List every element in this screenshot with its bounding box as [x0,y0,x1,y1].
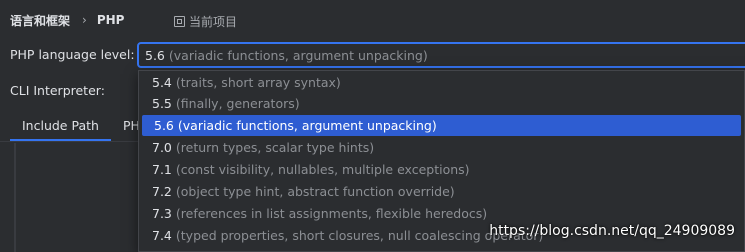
option-version: 5.4 [152,75,172,90]
breadcrumb-parent[interactable]: 语言和框架 [10,12,70,29]
include-path-panel-edge [14,143,16,252]
option-version: 7.0 [152,140,172,155]
option-version: 7.4 [152,228,172,243]
breadcrumb-separator-icon: › [82,13,87,27]
option-version: 5.5 [152,96,172,111]
option-description: (const visibility, nullables, multiple e… [175,162,470,177]
tab-bar: Include Path PHP [10,112,159,142]
php-language-level-combobox[interactable]: 5.6 (variadic functions, argument unpack… [137,42,745,68]
cli-interpreter-label: CLI Interpreter: [10,83,105,98]
tab-label: Include Path [22,118,99,133]
dropdown-option-7-1[interactable]: 7.1 (const visibility, nullables, multip… [140,159,743,180]
option-version: 7.2 [152,184,172,199]
option-description: (finally, generators) [175,96,300,111]
option-description: (return types, scalar type hints) [175,140,375,155]
combobox-selected-version: 5.6 [145,47,165,63]
combobox-selected-description: (variadic functions, argument unpacking) [168,47,428,63]
option-description: (object type hint, abstract function ove… [175,184,455,199]
option-description: (references in list assignments, flexibl… [175,206,488,221]
dropdown-option-5-4[interactable]: 5.4 (traits, short array syntax) [140,72,743,93]
dropdown-option-5-6[interactable]: 5.6 (variadic functions, argument unpack… [142,115,741,136]
tab-include-path[interactable]: Include Path [10,112,111,142]
project-scope: 当前项目 [174,13,237,30]
watermark-url: https://blog.csdn.net/qq_24909089 [489,223,735,239]
option-version: 7.3 [152,206,172,221]
php-language-level-label: PHP language level: [10,47,135,62]
breadcrumb: 语言和框架 › PHP [10,11,124,29]
dropdown-option-7-3[interactable]: 7.3 (references in list assignments, fle… [140,203,743,224]
dropdown-option-7-0[interactable]: 7.0 (return types, scalar type hints) [140,137,743,158]
dropdown-option-5-5[interactable]: 5.5 (finally, generators) [140,93,743,114]
project-scope-label: 当前项目 [189,15,238,29]
option-description: (traits, short array syntax) [175,75,341,90]
option-version: 5.6 [154,118,174,133]
option-description: (variadic functions, argument unpacking) [177,118,437,133]
dropdown-option-7-2[interactable]: 7.2 (object type hint, abstract function… [140,181,743,202]
breadcrumb-current: PHP [96,13,125,27]
project-scope-icon [174,16,185,27]
option-version: 7.1 [152,162,172,177]
